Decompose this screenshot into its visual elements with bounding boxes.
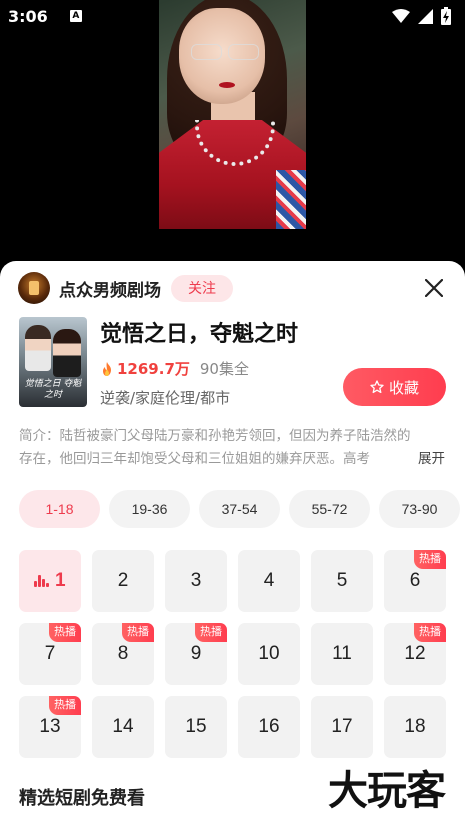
star-icon xyxy=(370,380,384,394)
close-button[interactable] xyxy=(421,275,447,301)
wifi-icon xyxy=(392,9,410,23)
featured-section-title: 精选短剧免费看 xyxy=(19,788,145,809)
episode-button[interactable]: 2 xyxy=(92,550,154,612)
episode-button[interactable]: 13 热播 xyxy=(19,696,81,758)
episode-button[interactable]: 15 xyxy=(165,696,227,758)
episode-button[interactable]: 1 xyxy=(19,550,81,612)
range-tab-55-72[interactable]: 55-72 xyxy=(289,490,370,528)
episode-number: 1 xyxy=(54,570,66,591)
episode-number: 8 xyxy=(117,643,129,664)
range-tab-1-18[interactable]: 1-18 xyxy=(19,490,100,528)
episode-number: 18 xyxy=(404,716,426,737)
episode-count: 90集全 xyxy=(199,360,249,378)
fire-icon xyxy=(103,361,111,376)
episode-number: 12 xyxy=(404,643,426,664)
episode-number: 4 xyxy=(263,570,275,591)
close-icon xyxy=(425,279,443,297)
episode-button[interactable]: 5 xyxy=(311,550,373,612)
episode-button[interactable]: 14 xyxy=(92,696,154,758)
favorite-button[interactable]: 收藏 xyxy=(343,368,446,406)
episode-button[interactable]: 3 xyxy=(165,550,227,612)
expand-link[interactable]: 展开 xyxy=(388,448,445,471)
sheet-header: 点众男频剧场 关注 xyxy=(18,272,447,304)
episode-number: 17 xyxy=(331,716,353,737)
hot-badge: 热播 xyxy=(122,623,154,642)
watermark: 大玩客 xyxy=(328,767,446,814)
notification-a-icon: A xyxy=(69,10,82,22)
range-tab-73-90[interactable]: 73-90 xyxy=(379,490,460,528)
status-bar: 3:06 A xyxy=(0,0,465,32)
episode-number: 13 xyxy=(39,716,61,737)
episode-button[interactable]: 16 xyxy=(238,696,300,758)
episode-button[interactable]: 12 热播 xyxy=(384,623,446,685)
now-playing-icon xyxy=(34,575,49,587)
episode-number: 3 xyxy=(190,570,202,591)
hot-badge: 热播 xyxy=(414,623,446,642)
episode-number: 2 xyxy=(117,570,129,591)
poster-title: 觉悟之日 夺魁之时 xyxy=(24,379,82,400)
follow-button[interactable]: 关注 xyxy=(171,274,233,302)
episode-sheet: 点众男频剧场 关注 觉悟之日 夺魁之时 觉悟之日，夺魁之时 1269.7万 90… xyxy=(0,261,465,828)
drama-title: 觉悟之日，夺魁之时 xyxy=(100,322,299,347)
hot-badge: 热播 xyxy=(414,550,446,569)
episode-number: 16 xyxy=(258,716,280,737)
genre-tags: 逆袭/家庭伦理/都市 xyxy=(100,389,231,407)
episode-range-tabs: 1-18 19-36 37-54 55-72 73-90 xyxy=(19,490,465,528)
episode-button[interactable]: 9 热播 xyxy=(165,623,227,685)
episode-number: 15 xyxy=(185,716,207,737)
hot-badge: 热播 xyxy=(49,623,81,642)
episode-button[interactable]: 11 xyxy=(311,623,373,685)
synopsis-text: 简介：陆哲被豪门父母陆万豪和孙艳芳领回，但因为养子陆浩然的存在，他回归三年却饱受… xyxy=(19,428,411,467)
range-tab-19-36[interactable]: 19-36 xyxy=(109,490,190,528)
episode-number: 10 xyxy=(258,643,280,664)
drama-info: 觉悟之日 夺魁之时 觉悟之日，夺魁之时 1269.7万 90集全 逆袭/家庭伦理… xyxy=(19,317,446,409)
synopsis: 简介：陆哲被豪门父母陆万豪和孙艳芳领回，但因为养子陆浩然的存在，他回归三年却饱受… xyxy=(19,425,445,471)
episode-number: 6 xyxy=(409,570,421,591)
episode-button[interactable]: 4 xyxy=(238,550,300,612)
status-time: 3:06 xyxy=(8,6,48,26)
episode-number: 11 xyxy=(332,643,352,664)
status-icons xyxy=(392,7,451,25)
episode-button[interactable]: 17 xyxy=(311,696,373,758)
hot-badge: 热播 xyxy=(49,696,81,715)
episode-number: 14 xyxy=(112,716,134,737)
range-tab-37-54[interactable]: 37-54 xyxy=(199,490,280,528)
channel-avatar[interactable] xyxy=(18,272,50,304)
episode-button[interactable]: 7 热播 xyxy=(19,623,81,685)
episode-number: 5 xyxy=(336,570,348,591)
view-count: 1269.7万 xyxy=(117,360,190,378)
video-preview[interactable] xyxy=(159,0,306,229)
drama-stats: 1269.7万 90集全 xyxy=(100,358,249,379)
episode-button[interactable]: 10 xyxy=(238,623,300,685)
battery-icon xyxy=(441,7,451,25)
episode-button[interactable]: 18 xyxy=(384,696,446,758)
favorite-label: 收藏 xyxy=(388,379,419,397)
signal-icon xyxy=(418,8,433,24)
screen: 3:06 A 点众男频剧场 关注 觉悟之日 夺魁之时 觉悟之日，夺魁之时 126… xyxy=(0,0,465,828)
drama-poster[interactable]: 觉悟之日 夺魁之时 xyxy=(19,317,87,407)
episode-button[interactable]: 8 热播 xyxy=(92,623,154,685)
episode-number: 9 xyxy=(190,643,202,664)
episode-number: 7 xyxy=(44,643,56,664)
episode-button[interactable]: 6 热播 xyxy=(384,550,446,612)
episode-grid: 1 2 3 4 5 6 热播 7 热播 8 热播 9 热播 10 11 12 热播 13 热播 14 15 16 17 18 xyxy=(19,550,446,758)
glasses xyxy=(191,44,259,60)
channel-name[interactable]: 点众男频剧场 xyxy=(59,276,161,301)
hot-badge: 热播 xyxy=(195,623,227,642)
